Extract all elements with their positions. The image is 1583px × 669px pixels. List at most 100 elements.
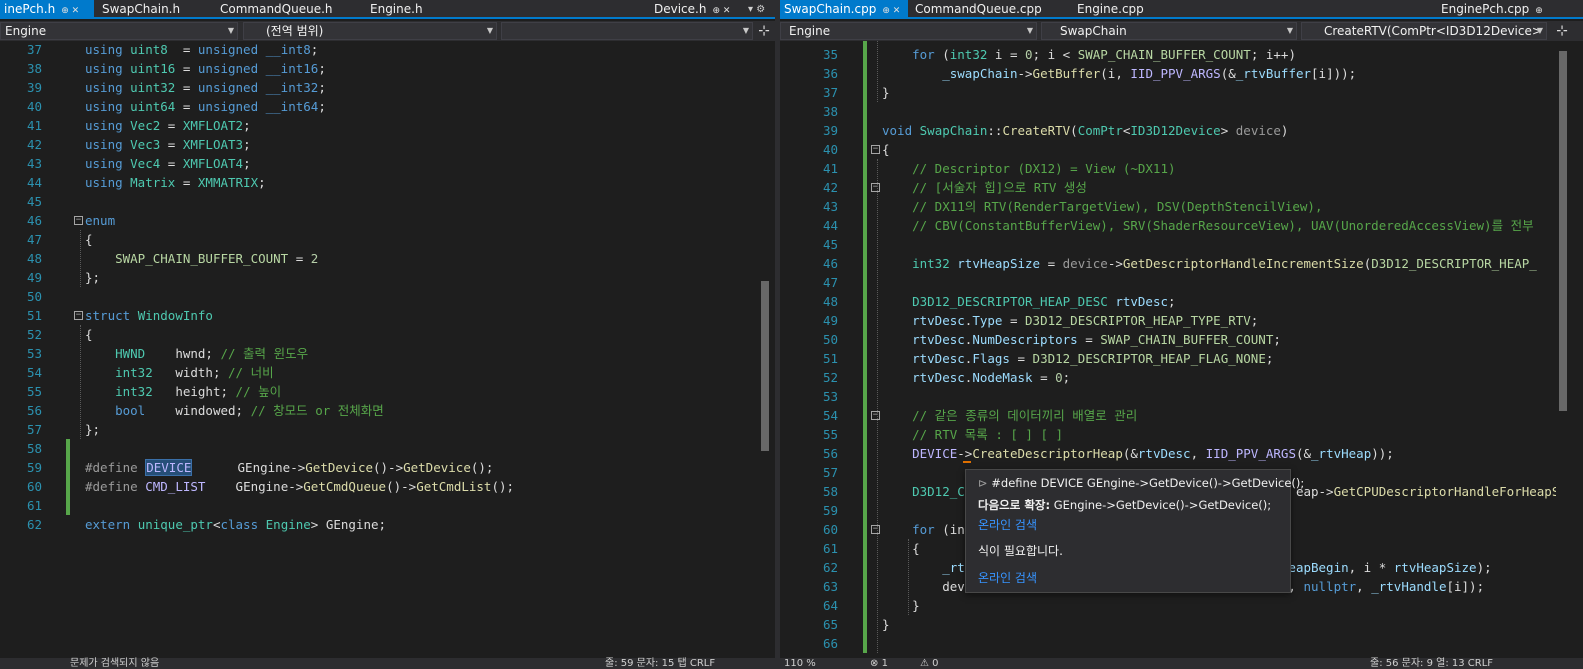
member-dropdown[interactable]: CreateRTV(ComPtr<ID3D12Device> devic▼ bbox=[1301, 22, 1547, 40]
code-line[interactable]: 56 bool windowed; // 창모드 or 전체화면 bbox=[0, 401, 775, 420]
fold-toggle-icon[interactable]: − bbox=[74, 311, 83, 320]
code-line[interactable]: 57}; bbox=[0, 420, 775, 439]
pin-icon[interactable]: ⊕ ✕ bbox=[61, 2, 79, 21]
left-code-editor[interactable]: 37 using uint8 = unsigned __int8; 38 using … bbox=[0, 41, 775, 658]
zoom-level[interactable]: 110 % bbox=[784, 658, 816, 669]
tab-device-h[interactable]: Device.h ⊕ ✕ bbox=[650, 0, 734, 19]
fold-toggle-icon[interactable]: − bbox=[871, 145, 880, 154]
code-line[interactable]: 42 // [서술자 힙]으로 RTV 생성 bbox=[780, 178, 1583, 197]
tab-engine-h[interactable]: Engine.h bbox=[366, 0, 427, 19]
code-line[interactable]: 50 rtvDesc.NumDescriptors = SWAP_CHAIN_B… bbox=[780, 330, 1583, 349]
code-line[interactable]: 45 bbox=[780, 235, 1583, 254]
pin-icon[interactable]: ⊕ bbox=[1535, 2, 1543, 21]
fold-toggle-icon[interactable]: − bbox=[871, 183, 880, 192]
split-icon[interactable]: ⊹ bbox=[1552, 22, 1572, 40]
tab-engine-cpp[interactable]: Engine.cpp bbox=[1073, 0, 1148, 19]
code-line[interactable]: 65} bbox=[780, 615, 1583, 634]
code-token: = bbox=[1002, 313, 1026, 328]
code-line[interactable]: 51 struct WindowInfo bbox=[0, 306, 775, 325]
code-line[interactable]: 54 // 같은 종류의 데이터끼리 배열로 관리 bbox=[780, 406, 1583, 425]
code-line[interactable]: 40 { bbox=[780, 140, 1583, 159]
code-line[interactable]: 36 _swapChain->GetBuffer(i, IID_PPV_ARGS… bbox=[780, 64, 1583, 83]
code-line[interactable]: 52 rtvDesc.NodeMask = 0; bbox=[780, 368, 1583, 387]
gear-icon[interactable]: ▾ ⚙ bbox=[748, 0, 765, 19]
code-line[interactable]: 49}; bbox=[0, 268, 775, 287]
error-count[interactable]: ⊗ 1 bbox=[870, 658, 888, 669]
tab-swapchain-h[interactable]: SwapChain.h bbox=[98, 0, 184, 19]
code-line[interactable]: 39 using uint32 = unsigned __int32; bbox=[0, 78, 775, 97]
fold-toggle-icon[interactable]: − bbox=[74, 216, 83, 225]
line-number: 60 bbox=[26, 479, 42, 494]
code-line[interactable]: 53 HWND hwnd; // 출력 윈도우 bbox=[0, 344, 775, 363]
code-token: (& bbox=[1295, 446, 1312, 461]
code-line[interactable]: 58 bbox=[0, 439, 775, 458]
code-line[interactable]: 37 using uint8 = unsigned __int8; bbox=[0, 41, 775, 59]
code-token: rtvDesc bbox=[912, 370, 965, 385]
code-line[interactable]: 61 bbox=[0, 496, 775, 515]
code-token: ; bbox=[1062, 370, 1071, 385]
split-icon[interactable]: ⊹ bbox=[754, 22, 774, 40]
scrollbar-thumb[interactable] bbox=[1559, 51, 1567, 411]
left-scrollbar[interactable] bbox=[758, 41, 771, 658]
code-line[interactable]: 42 using Vec3 = XMFLOAT3; bbox=[0, 135, 775, 154]
code-line[interactable]: 55 // RTV 목록 : [ ] [ ] bbox=[780, 425, 1583, 444]
tab-commandqueue-cpp[interactable]: CommandQueue.cpp bbox=[911, 0, 1046, 19]
project-dropdown[interactable]: Engine ▼ bbox=[780, 22, 1037, 40]
fold-toggle-icon[interactable]: − bbox=[871, 411, 880, 420]
search-online-link[interactable]: 온라인 검색 bbox=[978, 569, 1037, 586]
tab-enginepch-cpp[interactable]: EnginePch.cpp ⊕ bbox=[1437, 0, 1547, 19]
code-line[interactable]: 54 int32 width; // 너비 bbox=[0, 363, 775, 382]
code-line[interactable]: 41 // Descriptor (DX12) = View (~DX11) bbox=[780, 159, 1583, 178]
close-icon[interactable]: ⊕ ✕ bbox=[882, 2, 900, 21]
code-line[interactable]: 43 // DX11의 RTV(RenderTargetView), DSV(D… bbox=[780, 197, 1583, 216]
tab-commandqueue-h[interactable]: CommandQueue.h bbox=[216, 0, 337, 19]
code-line[interactable]: 60 #define CMD_LIST GEngine->GetCmdQueue(… bbox=[0, 477, 775, 496]
code-line[interactable]: 46 enum bbox=[0, 211, 775, 230]
member-dropdown[interactable]: ▼ bbox=[501, 22, 753, 40]
search-online-link[interactable]: 온라인 검색 bbox=[978, 516, 1037, 533]
code-line[interactable]: 52 { bbox=[0, 325, 775, 344]
code-line[interactable]: 51 rtvDesc.Flags = D3D12_DESCRIPTOR_HEAP… bbox=[780, 349, 1583, 368]
code-token: 0 bbox=[1025, 47, 1033, 62]
tab-swapchain-cpp[interactable]: SwapChain.cpp ⊕ ✕ bbox=[780, 0, 908, 19]
code-line[interactable]: 43 using Vec4 = XMFLOAT4; bbox=[0, 154, 775, 173]
code-line[interactable]: 35 for (int32 i = 0; i < SWAP_CHAIN_BUFF… bbox=[780, 45, 1583, 64]
scope-dropdown[interactable]: SwapChain ▼ bbox=[1041, 22, 1297, 40]
code-line[interactable]: 47 { bbox=[0, 230, 775, 249]
code-line[interactable]: 44 using Matrix = XMMATRIX; bbox=[0, 173, 775, 192]
scrollbar-thumb[interactable] bbox=[761, 281, 769, 451]
code-token: GEngine-> bbox=[235, 479, 304, 494]
code-line[interactable]: 53 bbox=[780, 387, 1583, 406]
code-line[interactable]: 37} bbox=[780, 83, 1583, 102]
code-line[interactable]: 39 void SwapChain::CreateRTV(ComPtr<ID3D1… bbox=[780, 121, 1583, 140]
warning-count[interactable]: ⚠ 0 bbox=[920, 658, 939, 669]
code-line[interactable]: 40 using uint64 = unsigned __int64; bbox=[0, 97, 775, 116]
code-line[interactable]: 48 SWAP_CHAIN_BUFFER_COUNT = 2 bbox=[0, 249, 775, 268]
code-line[interactable]: 64 } bbox=[780, 596, 1583, 615]
code-line[interactable]: 59 #define DEVICE GEngine->GetDevice()->G… bbox=[0, 458, 775, 477]
issues-status[interactable]: 문제가 검색되지 않음 bbox=[70, 658, 159, 669]
scope-dropdown[interactable]: (전역 범위) ▼ bbox=[243, 22, 497, 40]
right-scrollbar[interactable] bbox=[1556, 41, 1569, 658]
code-line[interactable]: 49 rtvDesc.Type = D3D12_DESCRIPTOR_HEAP_… bbox=[780, 311, 1583, 330]
code-line[interactable]: 38 bbox=[780, 102, 1583, 121]
code-line[interactable]: 48 D3D12_DESCRIPTOR_HEAP_DESC rtvDesc; bbox=[780, 292, 1583, 311]
code-line[interactable]: 50 bbox=[0, 287, 775, 306]
close-icon[interactable]: ⊕ ✕ bbox=[712, 2, 730, 21]
code-line[interactable]: 56 DEVICE->CreateDescriptorHeap(&rtvDesc… bbox=[780, 444, 1583, 463]
line-number: 38 bbox=[26, 61, 42, 76]
code-line[interactable]: 62 extern unique_ptr<class Engine> GEngin… bbox=[0, 515, 775, 534]
project-dropdown[interactable]: Engine ▼ bbox=[0, 22, 238, 40]
code-line[interactable]: 66 bbox=[780, 634, 1583, 653]
code-line[interactable]: 41 using Vec2 = XMFLOAT2; bbox=[0, 116, 775, 135]
code-text: // [서술자 힙]으로 RTV 생성 bbox=[882, 178, 1087, 197]
code-line[interactable]: 44 // CBV(ConstantBufferView), SRV(Shade… bbox=[780, 216, 1583, 235]
code-line[interactable]: 38 using uint16 = unsigned __int16; bbox=[0, 59, 775, 78]
code-line[interactable]: 55 int32 height; // 높이 bbox=[0, 382, 775, 401]
code-line[interactable]: 47 bbox=[780, 273, 1583, 292]
code-line[interactable]: 46 int32 rtvHeapSize = device->GetDescri… bbox=[780, 254, 1583, 273]
tab-enginepch-h[interactable]: inePch.h ⊕ ✕ bbox=[0, 0, 94, 19]
fold-toggle-icon[interactable]: − bbox=[871, 525, 880, 534]
code-line[interactable]: 45 bbox=[0, 192, 775, 211]
